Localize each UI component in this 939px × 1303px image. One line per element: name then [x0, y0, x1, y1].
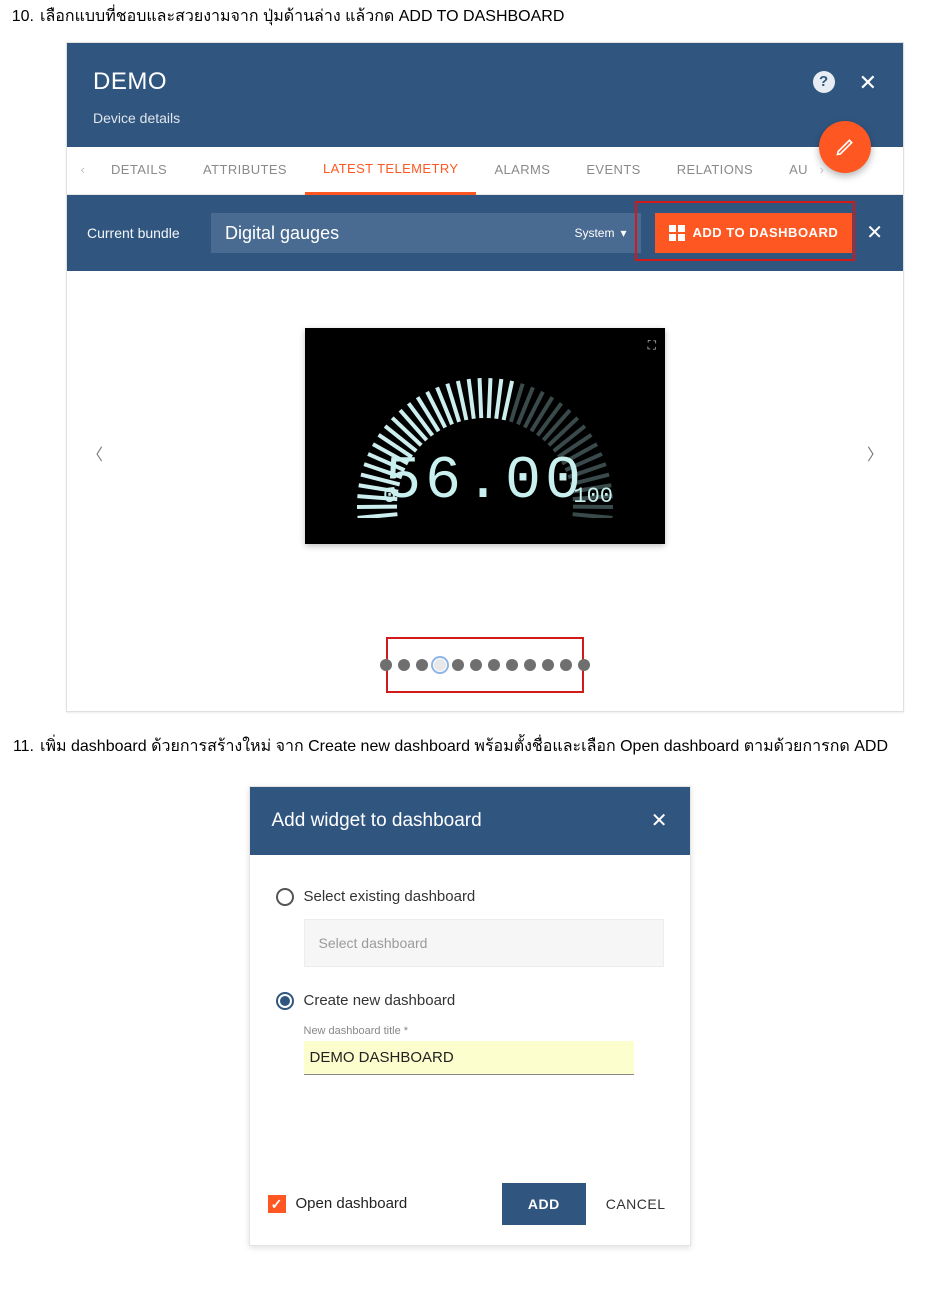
option-create-dashboard[interactable]: Create new dashboard [276, 989, 664, 1013]
dialog-header: Add widget to dashboard ✕ [250, 787, 690, 855]
carousel-dots [67, 641, 903, 711]
widget-carousel: 〈 ⛶ 56.00 0 100 〉 [67, 271, 903, 641]
add-to-dashboard-label: ADD TO DASHBOARD [693, 223, 839, 244]
panel-header: DEMO Device details ? ✕ [67, 43, 903, 148]
tab-scroll-left-icon[interactable]: ‹ [73, 160, 93, 181]
select-dashboard-dropdown[interactable]: Select dashboard [304, 919, 664, 967]
step-text: เลือกแบบที่ชอบและสวยงามจาก ปุ่มด้านล่าง … [40, 4, 939, 30]
gauge-max: 100 [573, 479, 613, 514]
bundle-label: Current bundle [87, 222, 211, 244]
dashboard-icon [669, 225, 685, 241]
option-label: Create new dashboard [304, 989, 456, 1013]
tab-scroll-right-icon[interactable]: › [812, 160, 832, 181]
step-number: 10. [0, 4, 40, 30]
tab-details[interactable]: DETAILS [93, 147, 185, 195]
carousel-dot[interactable] [542, 659, 554, 671]
carousel-dot[interactable] [470, 659, 482, 671]
step-number: 11. [0, 734, 40, 760]
open-dashboard-checkbox[interactable]: ✓ Open dashboard [268, 1192, 482, 1216]
bundle-bar: Current bundle Digital gauges System ▾ A… [67, 195, 903, 271]
step-10: 10. เลือกแบบที่ชอบและสวยงามจาก ปุ่มด้านล… [0, 4, 939, 30]
step-11: 11. เพิ่ม dashboard ด้วยการสร้างใหม่ จาก… [0, 734, 939, 760]
gauge-widget[interactable]: ⛶ 56.00 0 100 [305, 328, 665, 544]
tab-alarms[interactable]: ALARMS [476, 147, 568, 195]
tab-latest-telemetry[interactable]: LATEST TELEMETRY [305, 147, 476, 195]
new-dashboard-title-input[interactable] [304, 1041, 634, 1075]
close-bundle-icon[interactable]: ✕ [866, 217, 883, 249]
tab-events[interactable]: EVENTS [568, 147, 658, 195]
add-button[interactable]: ADD [502, 1183, 586, 1225]
carousel-dot[interactable] [416, 659, 428, 671]
fullscreen-icon[interactable]: ⛶ [648, 336, 655, 355]
bundle-select[interactable]: Digital gauges System ▾ [211, 213, 641, 253]
panel-subtitle: Device details [93, 107, 813, 129]
add-to-dashboard-button[interactable]: ADD TO DASHBOARD [655, 213, 853, 253]
carousel-dot[interactable] [452, 659, 464, 671]
carousel-prev-icon[interactable]: 〈 [77, 434, 113, 480]
help-icon[interactable]: ? [813, 71, 835, 93]
bundle-value: Digital gauges [225, 219, 339, 248]
carousel-dot[interactable] [524, 659, 536, 671]
carousel-dot[interactable] [380, 659, 392, 671]
thingsboard-panel: DEMO Device details ? ✕ ‹ DETAILS ATTRIB… [66, 42, 904, 713]
close-icon[interactable]: ✕ [651, 805, 668, 837]
carousel-dot[interactable] [578, 659, 590, 671]
panel-title: DEMO [93, 63, 813, 101]
carousel-dot[interactable] [434, 659, 446, 671]
new-title-label: New dashboard title * [304, 1023, 664, 1041]
radio-icon [276, 888, 294, 906]
carousel-dot[interactable] [560, 659, 572, 671]
step-text: เพิ่ม dashboard ด้วยการสร้างใหม่ จาก Cre… [40, 734, 939, 760]
tab-attributes[interactable]: ATTRIBUTES [185, 147, 305, 195]
option-existing-dashboard[interactable]: Select existing dashboard [276, 885, 664, 909]
dialog-title: Add widget to dashboard [272, 806, 482, 836]
radio-icon [276, 992, 294, 1010]
carousel-dot[interactable] [398, 659, 410, 671]
cancel-button[interactable]: CANCEL [606, 1193, 666, 1215]
carousel-dot[interactable] [488, 659, 500, 671]
open-dashboard-label: Open dashboard [296, 1192, 408, 1216]
option-label: Select existing dashboard [304, 885, 476, 909]
carousel-next-icon[interactable]: 〉 [857, 434, 893, 480]
gauge-min: 0 [383, 479, 396, 514]
tab-relations[interactable]: RELATIONS [659, 147, 771, 195]
tabs-bar: ‹ DETAILS ATTRIBUTES LATEST TELEMETRY AL… [67, 147, 903, 195]
add-widget-dialog: Add widget to dashboard ✕ Select existin… [249, 786, 691, 1246]
tab-audit-partial[interactable]: AU [771, 147, 812, 195]
carousel-dot[interactable] [506, 659, 518, 671]
close-icon[interactable]: ✕ [859, 65, 877, 100]
bundle-scope: System ▾ [574, 224, 626, 243]
chevron-down-icon: ▾ [620, 224, 626, 243]
checkbox-icon: ✓ [268, 1195, 286, 1213]
